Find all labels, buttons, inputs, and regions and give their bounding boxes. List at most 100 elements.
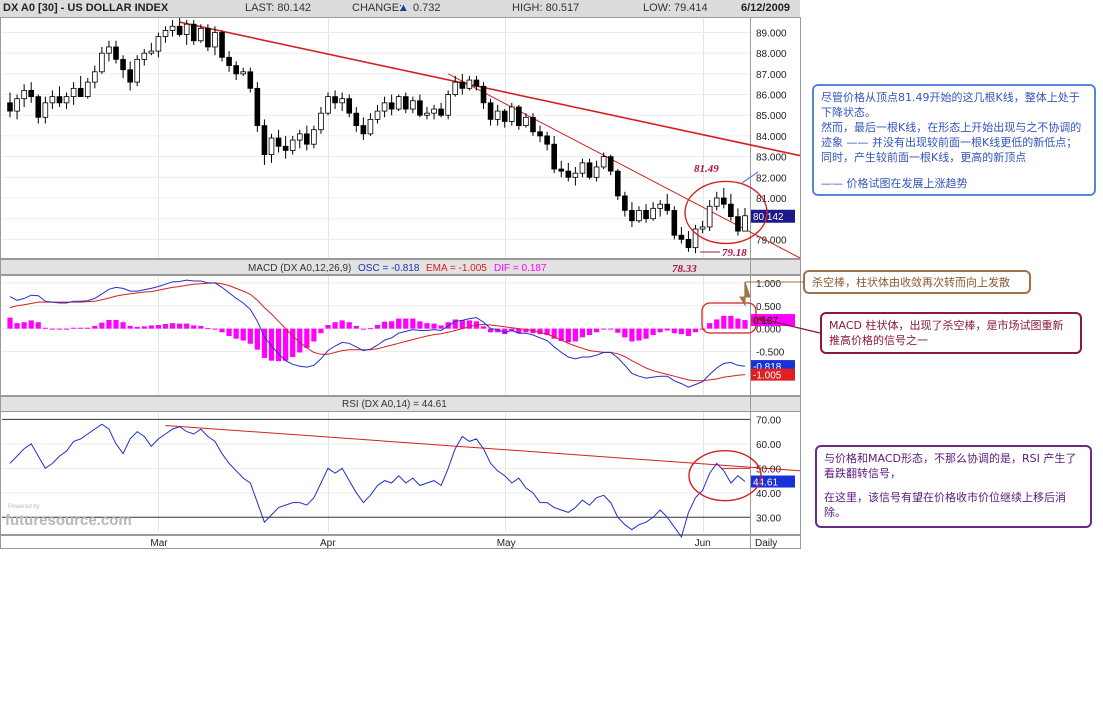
annotation-price-line2: 然而，最后一根K线，在形态上开始出现与之不协调的迹象 —— 并没有出现较前面一根… (821, 121, 1082, 164)
candle-body (494, 110, 501, 120)
macd-histogram-bar (63, 328, 70, 330)
macd-histogram-bar (155, 324, 162, 329)
price-tick-label: 85.000 (756, 111, 787, 122)
price-tick-label: 88.000 (756, 49, 787, 60)
candle-body (614, 170, 621, 197)
macd-histogram-bar (14, 323, 20, 329)
x-tick-label: Apr (320, 538, 336, 549)
macd-tick-label: -0.500 (756, 348, 785, 359)
macd-histogram-bar (671, 328, 677, 334)
candle-body (353, 112, 360, 126)
macd-ema-label: EMA = -1.005 (426, 263, 487, 274)
candle-body (113, 46, 119, 60)
macd-histogram-bar (360, 328, 366, 330)
candle-body (537, 131, 543, 137)
candle-body (28, 90, 35, 98)
price-label-low1: 79.18 (722, 247, 747, 259)
macd-histogram-bar (721, 315, 727, 329)
candle-body (254, 87, 261, 126)
macd-value-tag-label: -1.005 (753, 371, 782, 382)
candle-body (388, 102, 395, 110)
candle-body (42, 102, 49, 118)
candle-body (410, 100, 416, 110)
candle-body (205, 27, 211, 48)
candle-body (657, 203, 663, 209)
macd-histogram-bar (629, 328, 635, 342)
candle-body (438, 108, 444, 116)
candle-body (127, 69, 133, 83)
macd-histogram-bar (353, 325, 359, 329)
macd-histogram-bar (728, 315, 734, 329)
macd-histogram-bar (21, 322, 27, 329)
macd-histogram-bar (247, 328, 253, 344)
annotation-macd: MACD 柱状体，出现了杀空棒，是市场试图重新推高价格的信号之一 (820, 312, 1082, 354)
macd-histogram-bar (692, 328, 699, 333)
change-label: CHANGE: (352, 2, 403, 14)
macd-histogram-bar (283, 328, 289, 361)
macd-histogram-bar (601, 328, 607, 330)
futuresource-logo: futuresource.com (5, 512, 132, 529)
macd-histogram-bar (332, 322, 338, 329)
macd-histogram-bar (304, 328, 310, 348)
candle-body (282, 145, 289, 151)
macd-histogram-bar (650, 328, 656, 336)
macd-histogram-bar (268, 328, 275, 361)
candle-body (728, 203, 734, 218)
rsi-tick-label: 60.00 (756, 440, 781, 451)
candle-body (445, 94, 451, 116)
annotation-rsi: 与价格和MACD形态，不那么协调的是，RSI 产生了看跌翻转信号， 在这里，该信… (815, 445, 1092, 528)
macd-histogram-bar (113, 319, 119, 329)
candle-body (155, 36, 162, 52)
macd-histogram-bar (184, 323, 190, 329)
macd-histogram-bar (254, 328, 260, 350)
macd-histogram-bar (7, 317, 13, 329)
candle-body (296, 133, 303, 141)
candle-body (678, 234, 685, 240)
macd-histogram-bar (191, 325, 197, 329)
macd-histogram-bar (92, 325, 98, 329)
candle-body (92, 71, 98, 83)
macd-histogram-bar (346, 322, 352, 329)
macd-histogram-bar (657, 328, 663, 333)
macd-histogram-bar (396, 318, 402, 329)
macd-histogram-bar (127, 325, 133, 329)
candle-body (473, 79, 480, 87)
candle-body (304, 133, 310, 145)
change-value: 0.732 (413, 2, 441, 14)
macd-histogram-bar (389, 321, 395, 329)
candle-body (183, 23, 190, 35)
annotation-rsi-line1: 与价格和MACD形态，不那么协调的是，RSI 产生了看跌翻转信号， (824, 452, 1077, 480)
macd-histogram-bar (572, 328, 578, 342)
candle-body (643, 210, 649, 220)
candle-body (593, 166, 600, 178)
candle-body (459, 81, 466, 89)
macd-histogram-bar (219, 328, 225, 333)
macd-histogram-bar (233, 328, 239, 339)
macd-histogram-bar (608, 328, 614, 330)
candle-body (523, 116, 529, 126)
candle-body (367, 118, 374, 135)
candle-body (49, 96, 56, 104)
macd-histogram-bar (198, 325, 204, 329)
candle-body (7, 102, 13, 112)
annotation-price: 尽管价格从顶点81.49开始的这几根K线，整体上处于下降状态。 然而，最后一根K… (812, 84, 1096, 196)
macd-histogram-bar (162, 324, 169, 329)
macd-histogram-bar (71, 327, 77, 329)
annotation-price-line3: —— 价格试图在发展上涨趋势 (821, 177, 968, 190)
macd-histogram-bar (615, 328, 621, 333)
macd-histogram-bar (403, 318, 409, 329)
macd-histogram-bar (169, 323, 176, 329)
macd-histogram-bar (177, 323, 183, 329)
candle-body (565, 170, 572, 178)
macd-title: MACD (DX A0,12,26,9) (248, 263, 351, 274)
macd-histogram-bar (318, 328, 324, 334)
price-tick-label: 84.000 (756, 132, 787, 143)
macd-histogram-bar (438, 325, 444, 329)
low-price: LOW: 79.414 (643, 2, 708, 14)
macd-histogram-bar (579, 328, 586, 338)
last-price-tag-label: 80.142 (753, 212, 784, 223)
candle-body (466, 79, 473, 89)
candle-body (706, 205, 713, 228)
candle-body (346, 98, 353, 114)
candle-body (558, 168, 565, 172)
